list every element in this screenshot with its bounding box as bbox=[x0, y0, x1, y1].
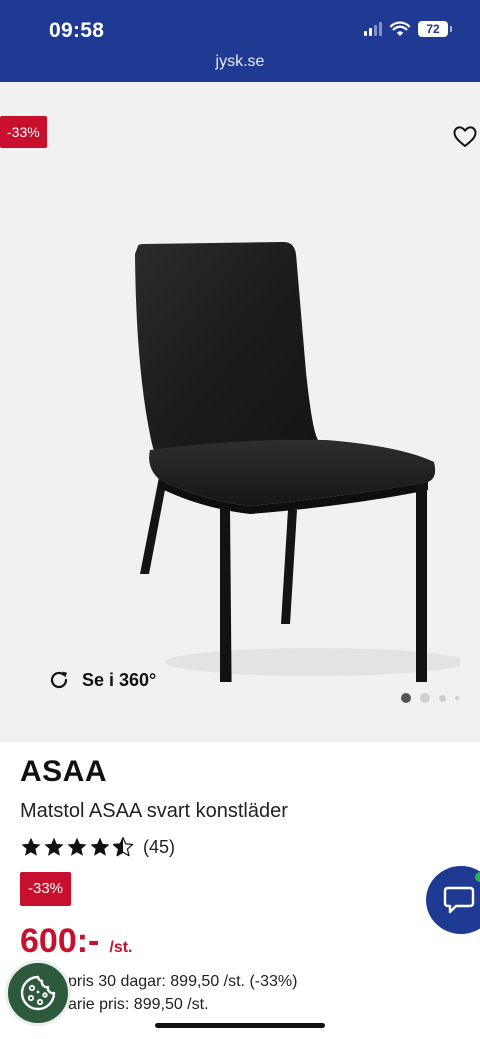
cookie-icon bbox=[20, 975, 56, 1011]
wifi-icon bbox=[390, 21, 410, 36]
cookie-settings-button[interactable] bbox=[5, 960, 71, 1026]
cellular-signal-icon bbox=[364, 22, 382, 36]
heart-icon[interactable] bbox=[452, 124, 478, 150]
product-rating[interactable]: (45) bbox=[20, 836, 175, 858]
product-brand: ASAA bbox=[20, 755, 108, 788]
gallery-dot[interactable] bbox=[439, 694, 446, 702]
product-title: Matstol ASAA svart konstläder bbox=[20, 800, 288, 822]
gallery-dot[interactable] bbox=[455, 696, 459, 700]
product-image-gallery[interactable]: -33% Se i 360° bbox=[0, 82, 480, 742]
gallery-pagination bbox=[401, 693, 459, 703]
status-icons: 72 bbox=[364, 21, 452, 37]
gallery-dot[interactable] bbox=[401, 693, 411, 703]
chat-button[interactable] bbox=[426, 866, 480, 934]
gallery-dot[interactable] bbox=[420, 693, 430, 703]
chat-online-indicator bbox=[475, 872, 480, 882]
url-bar[interactable]: jysk.se bbox=[0, 53, 480, 71]
star-icon bbox=[90, 837, 110, 856]
view-360-label: Se i 360° bbox=[82, 669, 157, 690]
price-value: 600:- bbox=[20, 922, 100, 960]
home-indicator bbox=[155, 1023, 325, 1028]
discount-badge: -33% bbox=[20, 872, 72, 906]
price-unit: /st. bbox=[109, 939, 133, 956]
rotate-icon bbox=[50, 671, 68, 689]
product-image bbox=[135, 242, 460, 682]
chat-bubble-icon bbox=[443, 886, 475, 914]
status-time: 09:58 bbox=[49, 19, 105, 42]
star-icon bbox=[44, 837, 64, 856]
star-icon bbox=[67, 837, 87, 856]
discount-badge: -33% bbox=[0, 116, 47, 148]
browser-top-bar: 09:58 72 jysk.se bbox=[0, 0, 480, 82]
battery-icon: 72 bbox=[418, 21, 452, 37]
product-price: 600:- /st. bbox=[20, 922, 133, 961]
review-count[interactable]: (45) bbox=[143, 837, 175, 858]
star-icon bbox=[21, 837, 41, 856]
view-360-button[interactable]: Se i 360° bbox=[48, 669, 156, 691]
star-half-icon bbox=[112, 837, 134, 857]
